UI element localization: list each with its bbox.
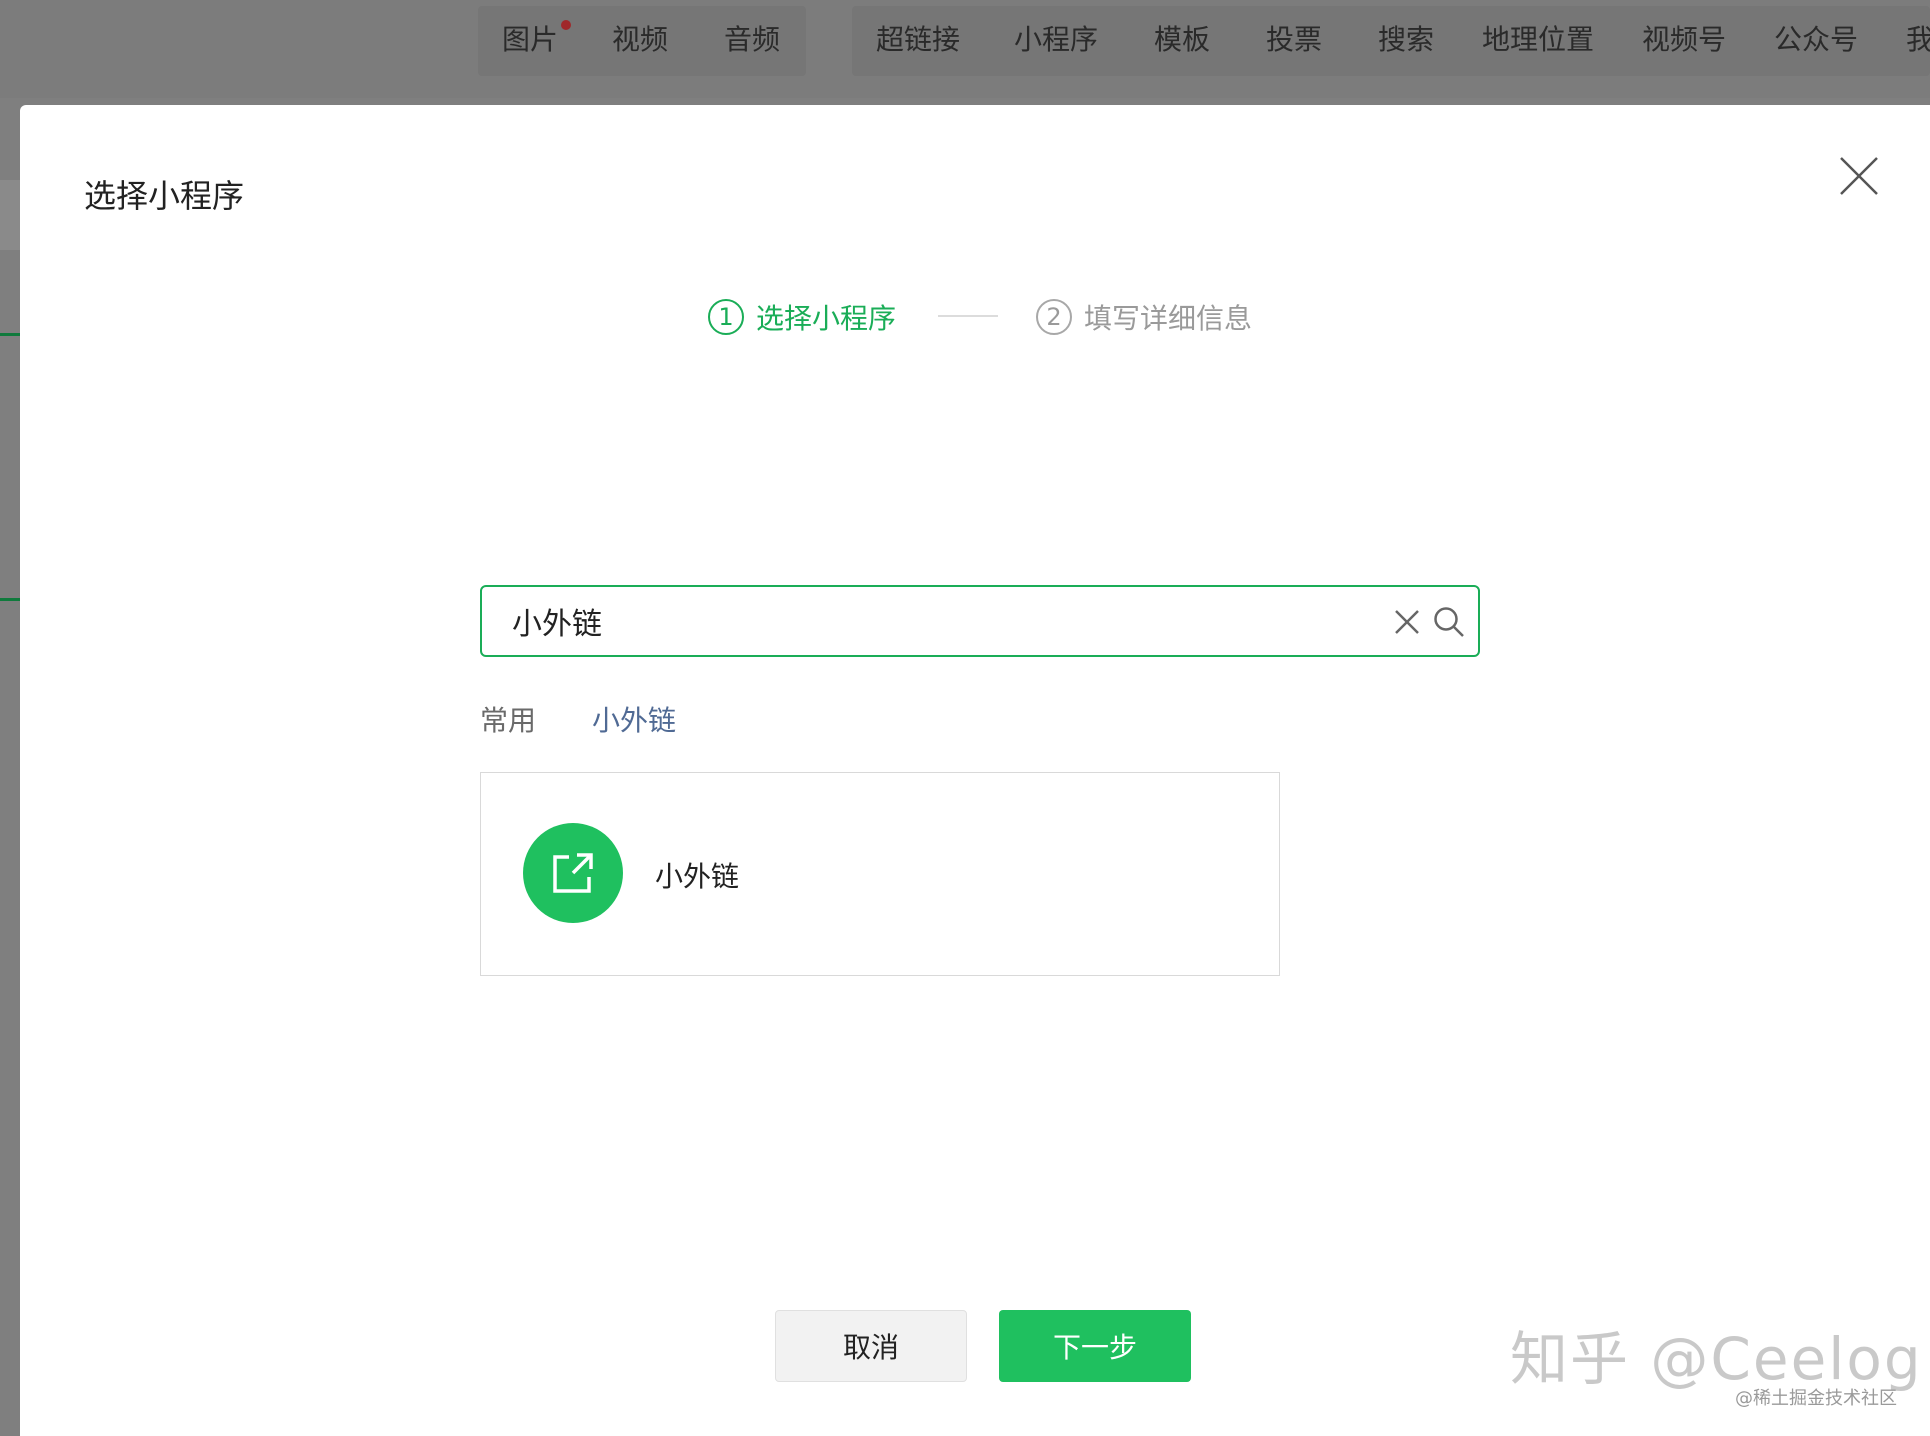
background-sidebar-block [0,180,20,250]
close-icon [1840,157,1878,195]
dialog-title: 选择小程序 [84,177,245,215]
search-button[interactable] [1432,605,1466,639]
clear-search-button[interactable] [1392,607,1422,637]
avatar [523,823,623,923]
toolbar-item-miniprogram[interactable]: 小程序 [1014,18,1098,58]
search-input[interactable] [512,601,1332,641]
toolbar-item-location[interactable]: 地理位置 [1482,18,1594,58]
toolbar-item-hyperlink[interactable]: 超链接 [876,18,960,58]
cancel-button[interactable]: 取消 [775,1310,967,1382]
toolbar-item-template[interactable]: 模板 [1154,18,1210,58]
search-icon [1434,607,1464,637]
tab-search-result[interactable]: 小外链 [592,699,676,739]
toolbar-item-more[interactable]: 我 [1906,18,1930,58]
step-number: 1 [708,299,744,335]
background-toolbar: 图片 视频 音频 超链接 小程序 模板 投票 搜索 地理位置 视频号 公众号 我 [0,0,1930,98]
close-button[interactable] [1838,155,1880,197]
background-divider [0,598,20,601]
miniprogram-result-card[interactable]: 小外链 [480,772,1280,976]
toolbar-item-search[interactable]: 搜索 [1378,18,1434,58]
toolbar-item-channels[interactable]: 视频号 [1642,18,1726,58]
toolbar-item-official-account[interactable]: 公众号 [1774,18,1858,58]
step-fill-details: 2 填写详细信息 [1036,297,1252,337]
step-label: 选择小程序 [756,302,897,335]
toolbar-item-audio[interactable]: 音频 [724,18,780,58]
toolbar-item-video[interactable]: 视频 [612,18,668,58]
step-number: 2 [1036,299,1072,335]
select-miniprogram-dialog: 选择小程序 1 选择小程序 2 填写详细信息 常用 小 [20,105,1930,1436]
search-box [480,585,1480,657]
miniprogram-name: 小外链 [655,860,740,893]
clear-icon [1395,610,1419,634]
tab-common[interactable]: 常用 [480,699,536,739]
external-link-icon [553,853,593,893]
step-connector [938,315,998,317]
watermark-juejin: @稀土掘金技术社区 [1735,1388,1897,1409]
background-divider [0,333,20,336]
toolbar-item-vote[interactable]: 投票 [1266,18,1322,58]
toolbar-item-image[interactable]: 图片 [502,18,558,58]
step-select-miniprogram: 1 选择小程序 [708,297,896,337]
next-button[interactable]: 下一步 [999,1310,1191,1382]
step-label: 填写详细信息 [1084,302,1253,335]
notification-dot [561,20,571,30]
